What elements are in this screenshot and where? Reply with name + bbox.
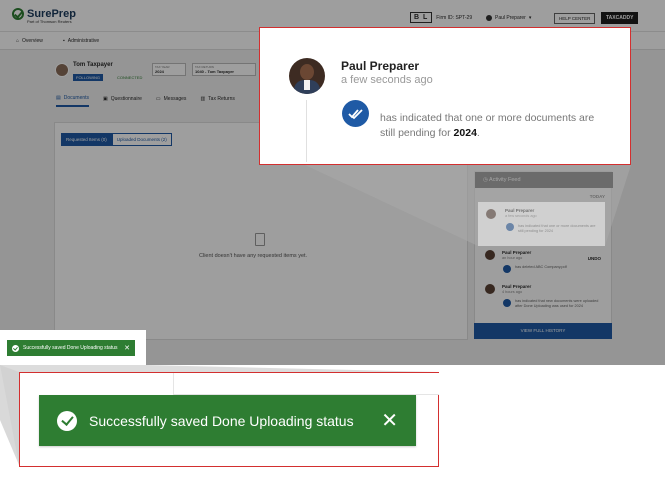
callout-time: a few seconds ago [341, 74, 433, 86]
check-circle-icon [57, 410, 77, 431]
feed-item-time: a few seconds ago [505, 214, 537, 218]
callout-message-text: has indicated that one or more documents… [380, 112, 595, 139]
feed-item-name: Paul Preparer [505, 208, 535, 213]
double-check-glyph [348, 109, 363, 120]
close-icon[interactable]: ✕ [124, 344, 130, 352]
double-check-icon [506, 223, 514, 231]
toast-message: Successfully saved Done Uploading status [89, 412, 354, 429]
feed-item-message: has indicated that one or more documents… [518, 224, 596, 233]
callout-name: Paul Preparer [341, 59, 420, 73]
avatar-shirt [304, 80, 310, 90]
avatar [289, 58, 325, 94]
avatar-head [300, 64, 314, 80]
success-toast: Successfully saved Done Uploading status… [39, 395, 416, 446]
timeline-line [306, 100, 307, 162]
activity-zoom-callout: Paul Preparer a few seconds ago has indi… [259, 27, 631, 165]
toast-callout-side [0, 365, 19, 465]
close-icon[interactable]: ✕ [381, 411, 398, 431]
callout-message: has indicated that one or more documents… [380, 111, 610, 141]
callout-period: . [476, 127, 480, 139]
success-toast-small: Successfully saved Done Uploading status… [7, 340, 135, 356]
highlighted-feed-item: Paul Preparer a few seconds ago has indi… [478, 202, 605, 246]
avatar [486, 209, 496, 219]
check-circle-icon [12, 344, 19, 352]
callout-year: 2024 [453, 127, 477, 139]
screenshot-stage: SurePrep Part of Thomson Reuters B L Fir… [0, 0, 665, 477]
toast-message: Successfully saved Done Uploading status [23, 345, 118, 351]
double-check-icon [342, 100, 369, 127]
background-panel [173, 373, 439, 395]
